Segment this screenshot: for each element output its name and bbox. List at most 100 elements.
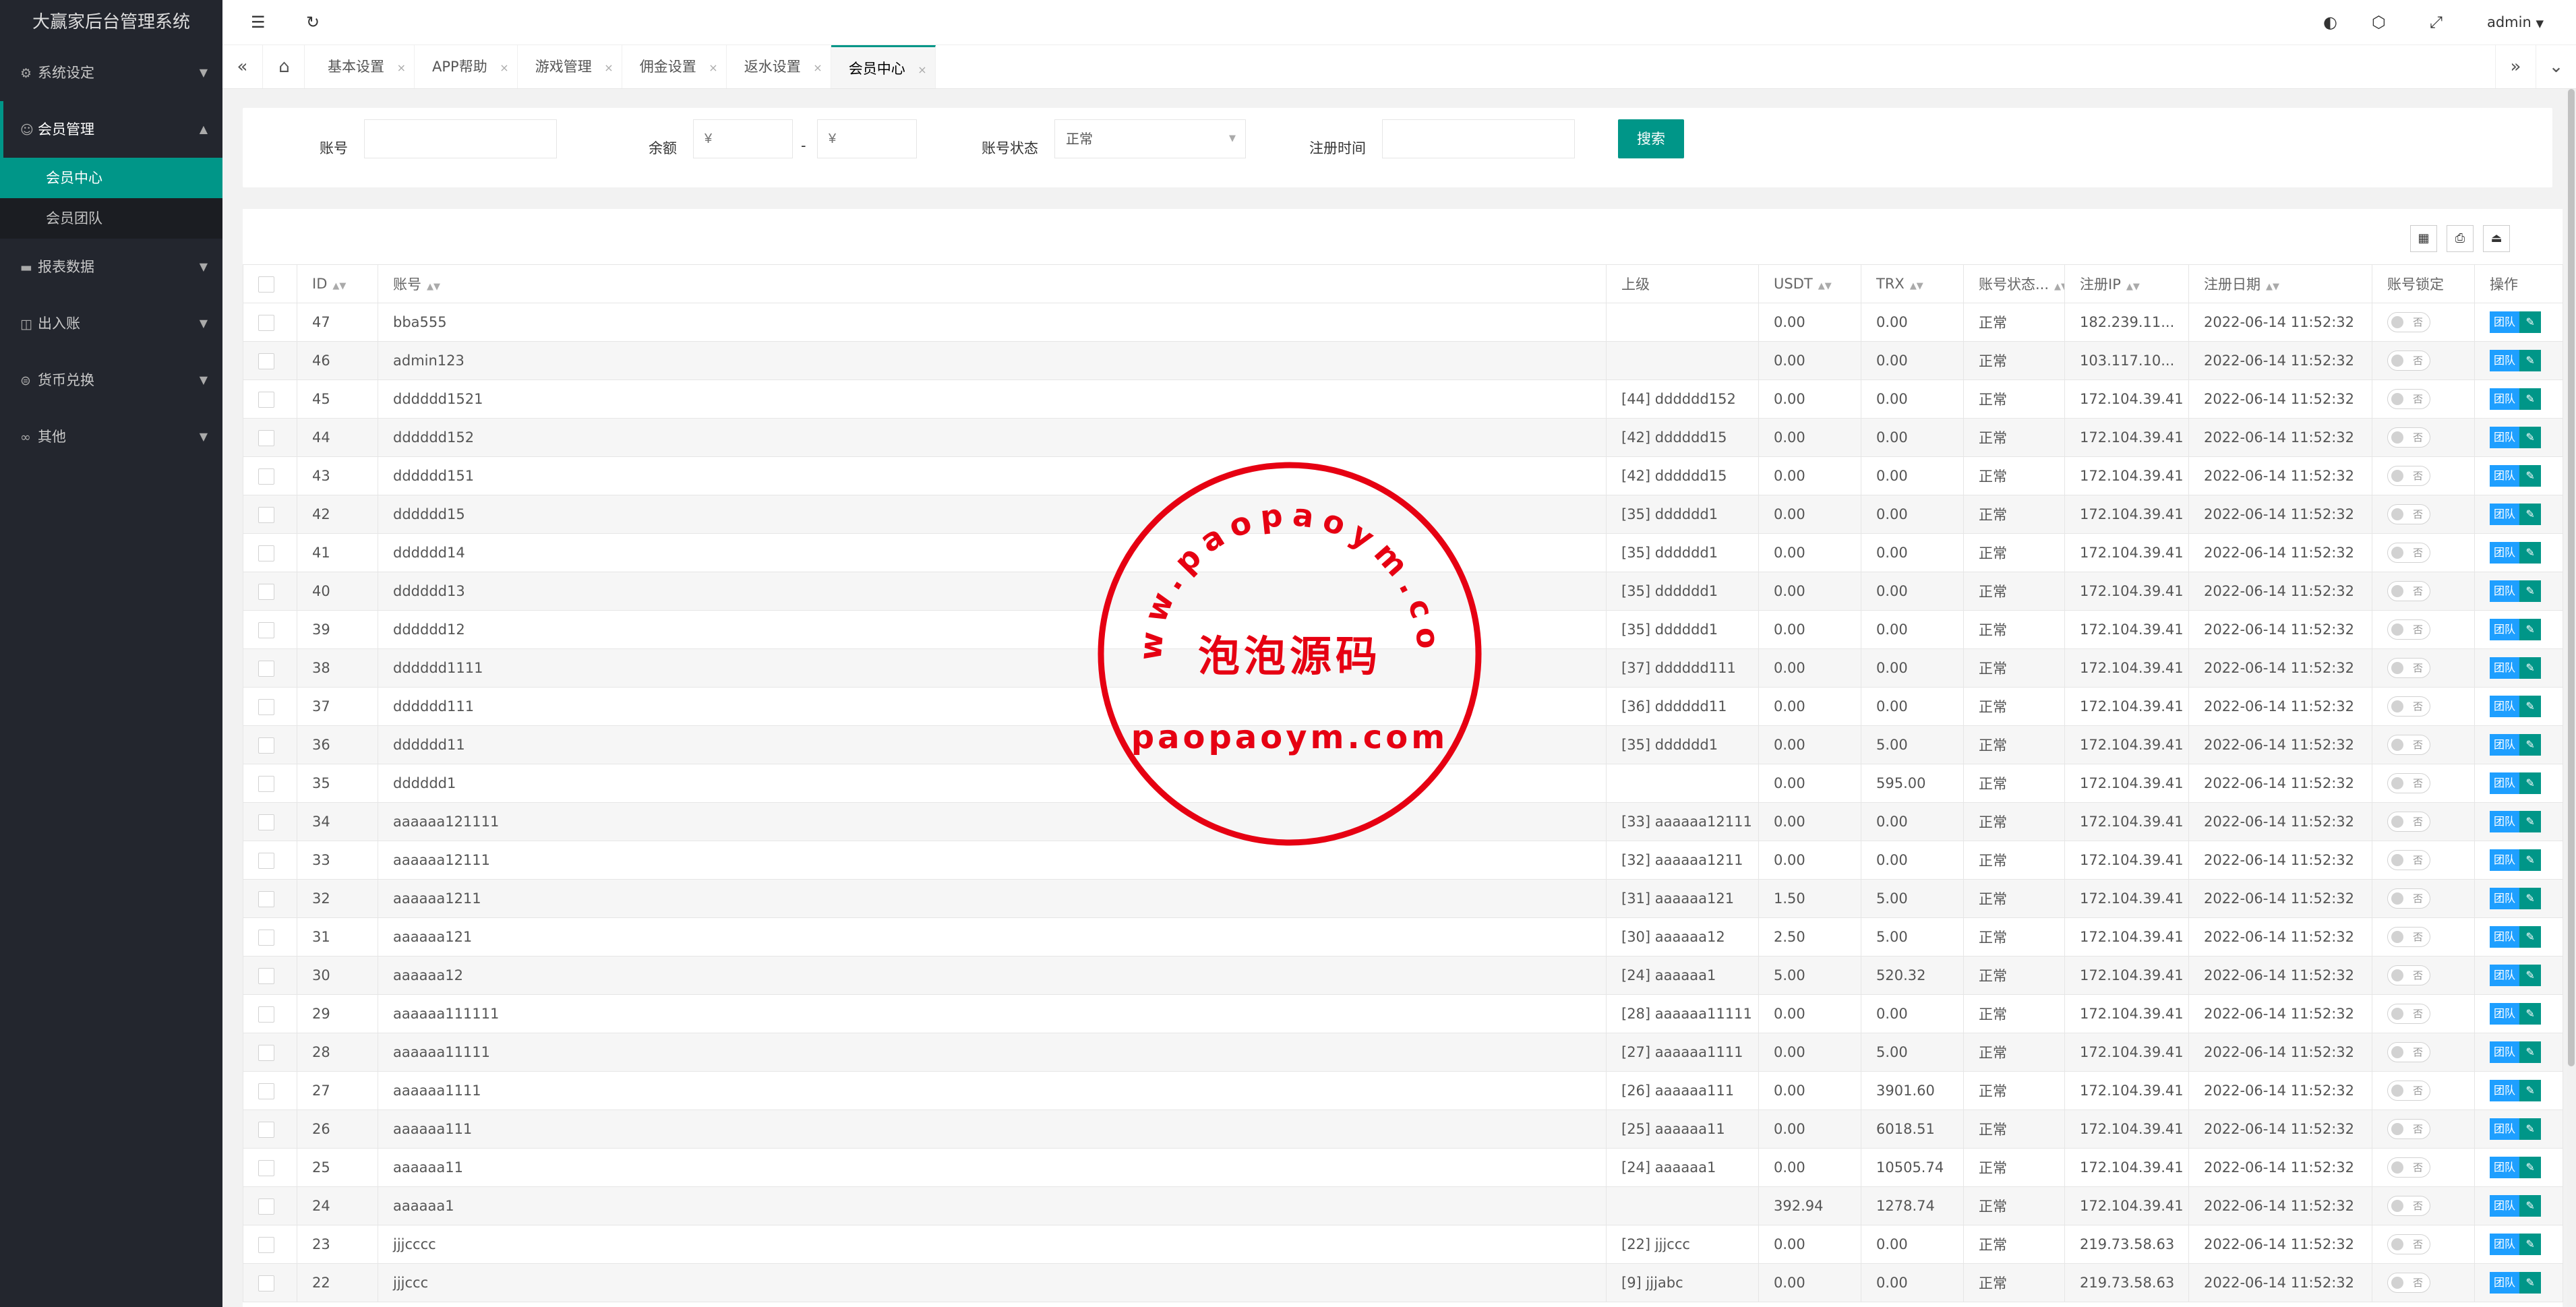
lock-switch[interactable]: 否 [2387, 427, 2430, 448]
row-checkbox[interactable] [258, 698, 274, 715]
lock-switch[interactable]: 否 [2387, 504, 2430, 524]
column-header[interactable]: 账号锁定 [2372, 264, 2475, 303]
lock-switch[interactable]: 否 [2387, 1119, 2430, 1139]
row-checkbox[interactable] [258, 506, 274, 523]
edit-icon[interactable]: ✎ [2519, 542, 2542, 564]
edit-icon[interactable]: ✎ [2519, 657, 2542, 679]
sidebar-item-4[interactable]: ⊜ 货币兑换 ▼ [0, 352, 222, 408]
team-button[interactable]: 团队 [2490, 1234, 2520, 1255]
team-button[interactable]: 团队 [2490, 619, 2520, 640]
column-header[interactable]: USDT ▲▼ [1758, 264, 1861, 303]
row-checkbox[interactable] [258, 775, 274, 792]
team-button[interactable]: 团队 [2490, 965, 2520, 986]
row-checkbox[interactable] [258, 314, 274, 331]
edit-icon[interactable]: ✎ [2519, 1272, 2542, 1294]
fullscreen-icon[interactable]: ⤢ [2430, 0, 2443, 44]
sidebar-item-1[interactable]: ☺ 会员管理 ▲ [0, 101, 222, 158]
edit-icon[interactable]: ✎ [2519, 580, 2542, 602]
scrollbar-thumb[interactable] [2568, 89, 2575, 1066]
team-button[interactable]: 团队 [2490, 926, 2520, 948]
tabs-scroll-left-icon[interactable]: « [222, 45, 263, 88]
team-button[interactable]: 团队 [2490, 696, 2520, 717]
tab-5[interactable]: 会员中心 × [831, 45, 936, 88]
lock-switch[interactable]: 否 [2387, 312, 2430, 332]
sort-icon[interactable]: ▲▼ [2266, 282, 2279, 292]
lock-switch[interactable]: 否 [2387, 812, 2430, 832]
export-icon[interactable]: ⏏ [2483, 225, 2510, 252]
edit-icon[interactable]: ✎ [2519, 504, 2542, 525]
team-button[interactable]: 团队 [2490, 1041, 2520, 1063]
team-button[interactable]: 团队 [2490, 465, 2520, 487]
refresh-icon[interactable]: ↻ [306, 0, 320, 44]
row-checkbox[interactable] [258, 660, 274, 677]
lock-switch[interactable]: 否 [2387, 543, 2430, 563]
edit-icon[interactable]: ✎ [2519, 1234, 2542, 1255]
row-checkbox[interactable] [258, 890, 274, 907]
edit-icon[interactable]: ✎ [2519, 1041, 2542, 1063]
lock-switch[interactable]: 否 [2387, 1196, 2430, 1216]
sort-icon[interactable]: ▲▼ [332, 281, 346, 291]
row-checkbox[interactable] [258, 1121, 274, 1138]
row-checkbox[interactable] [258, 814, 274, 830]
team-button[interactable]: 团队 [2490, 388, 2520, 410]
column-header[interactable]: 账号状态... ▲▼ [1963, 264, 2065, 303]
tab-close-icon[interactable]: × [500, 47, 508, 90]
column-header[interactable]: 账号 ▲▼ [378, 264, 1607, 303]
team-button[interactable]: 团队 [2490, 580, 2520, 602]
status-select[interactable]: 正常 ▼ [1054, 119, 1246, 158]
edit-icon[interactable]: ✎ [2519, 1080, 2542, 1101]
balance-max-input[interactable] [817, 119, 917, 158]
row-checkbox[interactable] [258, 621, 274, 638]
lock-switch[interactable]: 否 [2387, 1273, 2430, 1293]
column-header[interactable]: TRX ▲▼ [1861, 264, 1964, 303]
edit-icon[interactable]: ✎ [2519, 1195, 2542, 1217]
team-button[interactable]: 团队 [2490, 657, 2520, 679]
team-button[interactable]: 团队 [2490, 1080, 2520, 1101]
print-icon[interactable]: ⎙ [2447, 225, 2474, 252]
lock-switch[interactable]: 否 [2387, 581, 2430, 601]
team-button[interactable]: 团队 [2490, 427, 2520, 448]
row-checkbox[interactable] [258, 1083, 274, 1099]
row-checkbox[interactable] [258, 429, 274, 446]
lock-switch[interactable]: 否 [2387, 696, 2430, 717]
lock-switch[interactable]: 否 [2387, 773, 2430, 793]
lock-switch[interactable]: 否 [2387, 1234, 2430, 1254]
lock-switch[interactable]: 否 [2387, 1081, 2430, 1101]
row-checkbox[interactable] [258, 1006, 274, 1023]
home-icon[interactable]: ⌂ [264, 45, 305, 88]
sort-icon[interactable]: ▲▼ [1910, 281, 1923, 291]
account-input[interactable] [364, 119, 557, 158]
columns-filter-icon[interactable]: ▦ [2410, 225, 2437, 252]
lock-switch[interactable]: 否 [2387, 965, 2430, 985]
team-button[interactable]: 团队 [2490, 311, 2520, 333]
edit-icon[interactable]: ✎ [2519, 1118, 2542, 1140]
tabs-menu-chevron-icon[interactable]: ⌄ [2536, 45, 2576, 88]
edit-icon[interactable]: ✎ [2519, 772, 2542, 794]
select-all-checkbox[interactable] [258, 276, 274, 293]
lock-switch[interactable]: 否 [2387, 888, 2430, 909]
row-checkbox[interactable] [258, 1044, 274, 1061]
edit-icon[interactable]: ✎ [2519, 888, 2542, 909]
team-button[interactable]: 团队 [2490, 350, 2520, 371]
tab-close-icon[interactable]: × [604, 47, 613, 90]
edit-icon[interactable]: ✎ [2519, 465, 2542, 487]
lock-switch[interactable]: 否 [2387, 1004, 2430, 1024]
row-checkbox[interactable] [258, 929, 274, 946]
row-checkbox[interactable] [258, 737, 274, 754]
row-checkbox[interactable] [258, 1275, 274, 1291]
lock-switch[interactable]: 否 [2387, 619, 2430, 640]
tabs-scroll-right-icon[interactable]: » [2495, 45, 2536, 88]
edit-icon[interactable]: ✎ [2519, 811, 2542, 832]
tag-icon[interactable]: ⬡ [2372, 0, 2386, 44]
sort-icon[interactable]: ▲▼ [1818, 281, 1832, 291]
edit-icon[interactable]: ✎ [2519, 926, 2542, 948]
tab-0[interactable]: 基本设置 × [310, 45, 415, 88]
edit-icon[interactable]: ✎ [2519, 965, 2542, 986]
tab-1[interactable]: APP帮助 × [415, 45, 518, 88]
sidebar-subitem-1[interactable]: 会员团队 [0, 198, 222, 239]
lock-switch[interactable]: 否 [2387, 1042, 2430, 1062]
user-menu[interactable]: admin ▼ [2487, 0, 2544, 46]
team-button[interactable]: 团队 [2490, 504, 2520, 525]
team-button[interactable]: 团队 [2490, 542, 2520, 564]
lock-switch[interactable]: 否 [2387, 389, 2430, 409]
